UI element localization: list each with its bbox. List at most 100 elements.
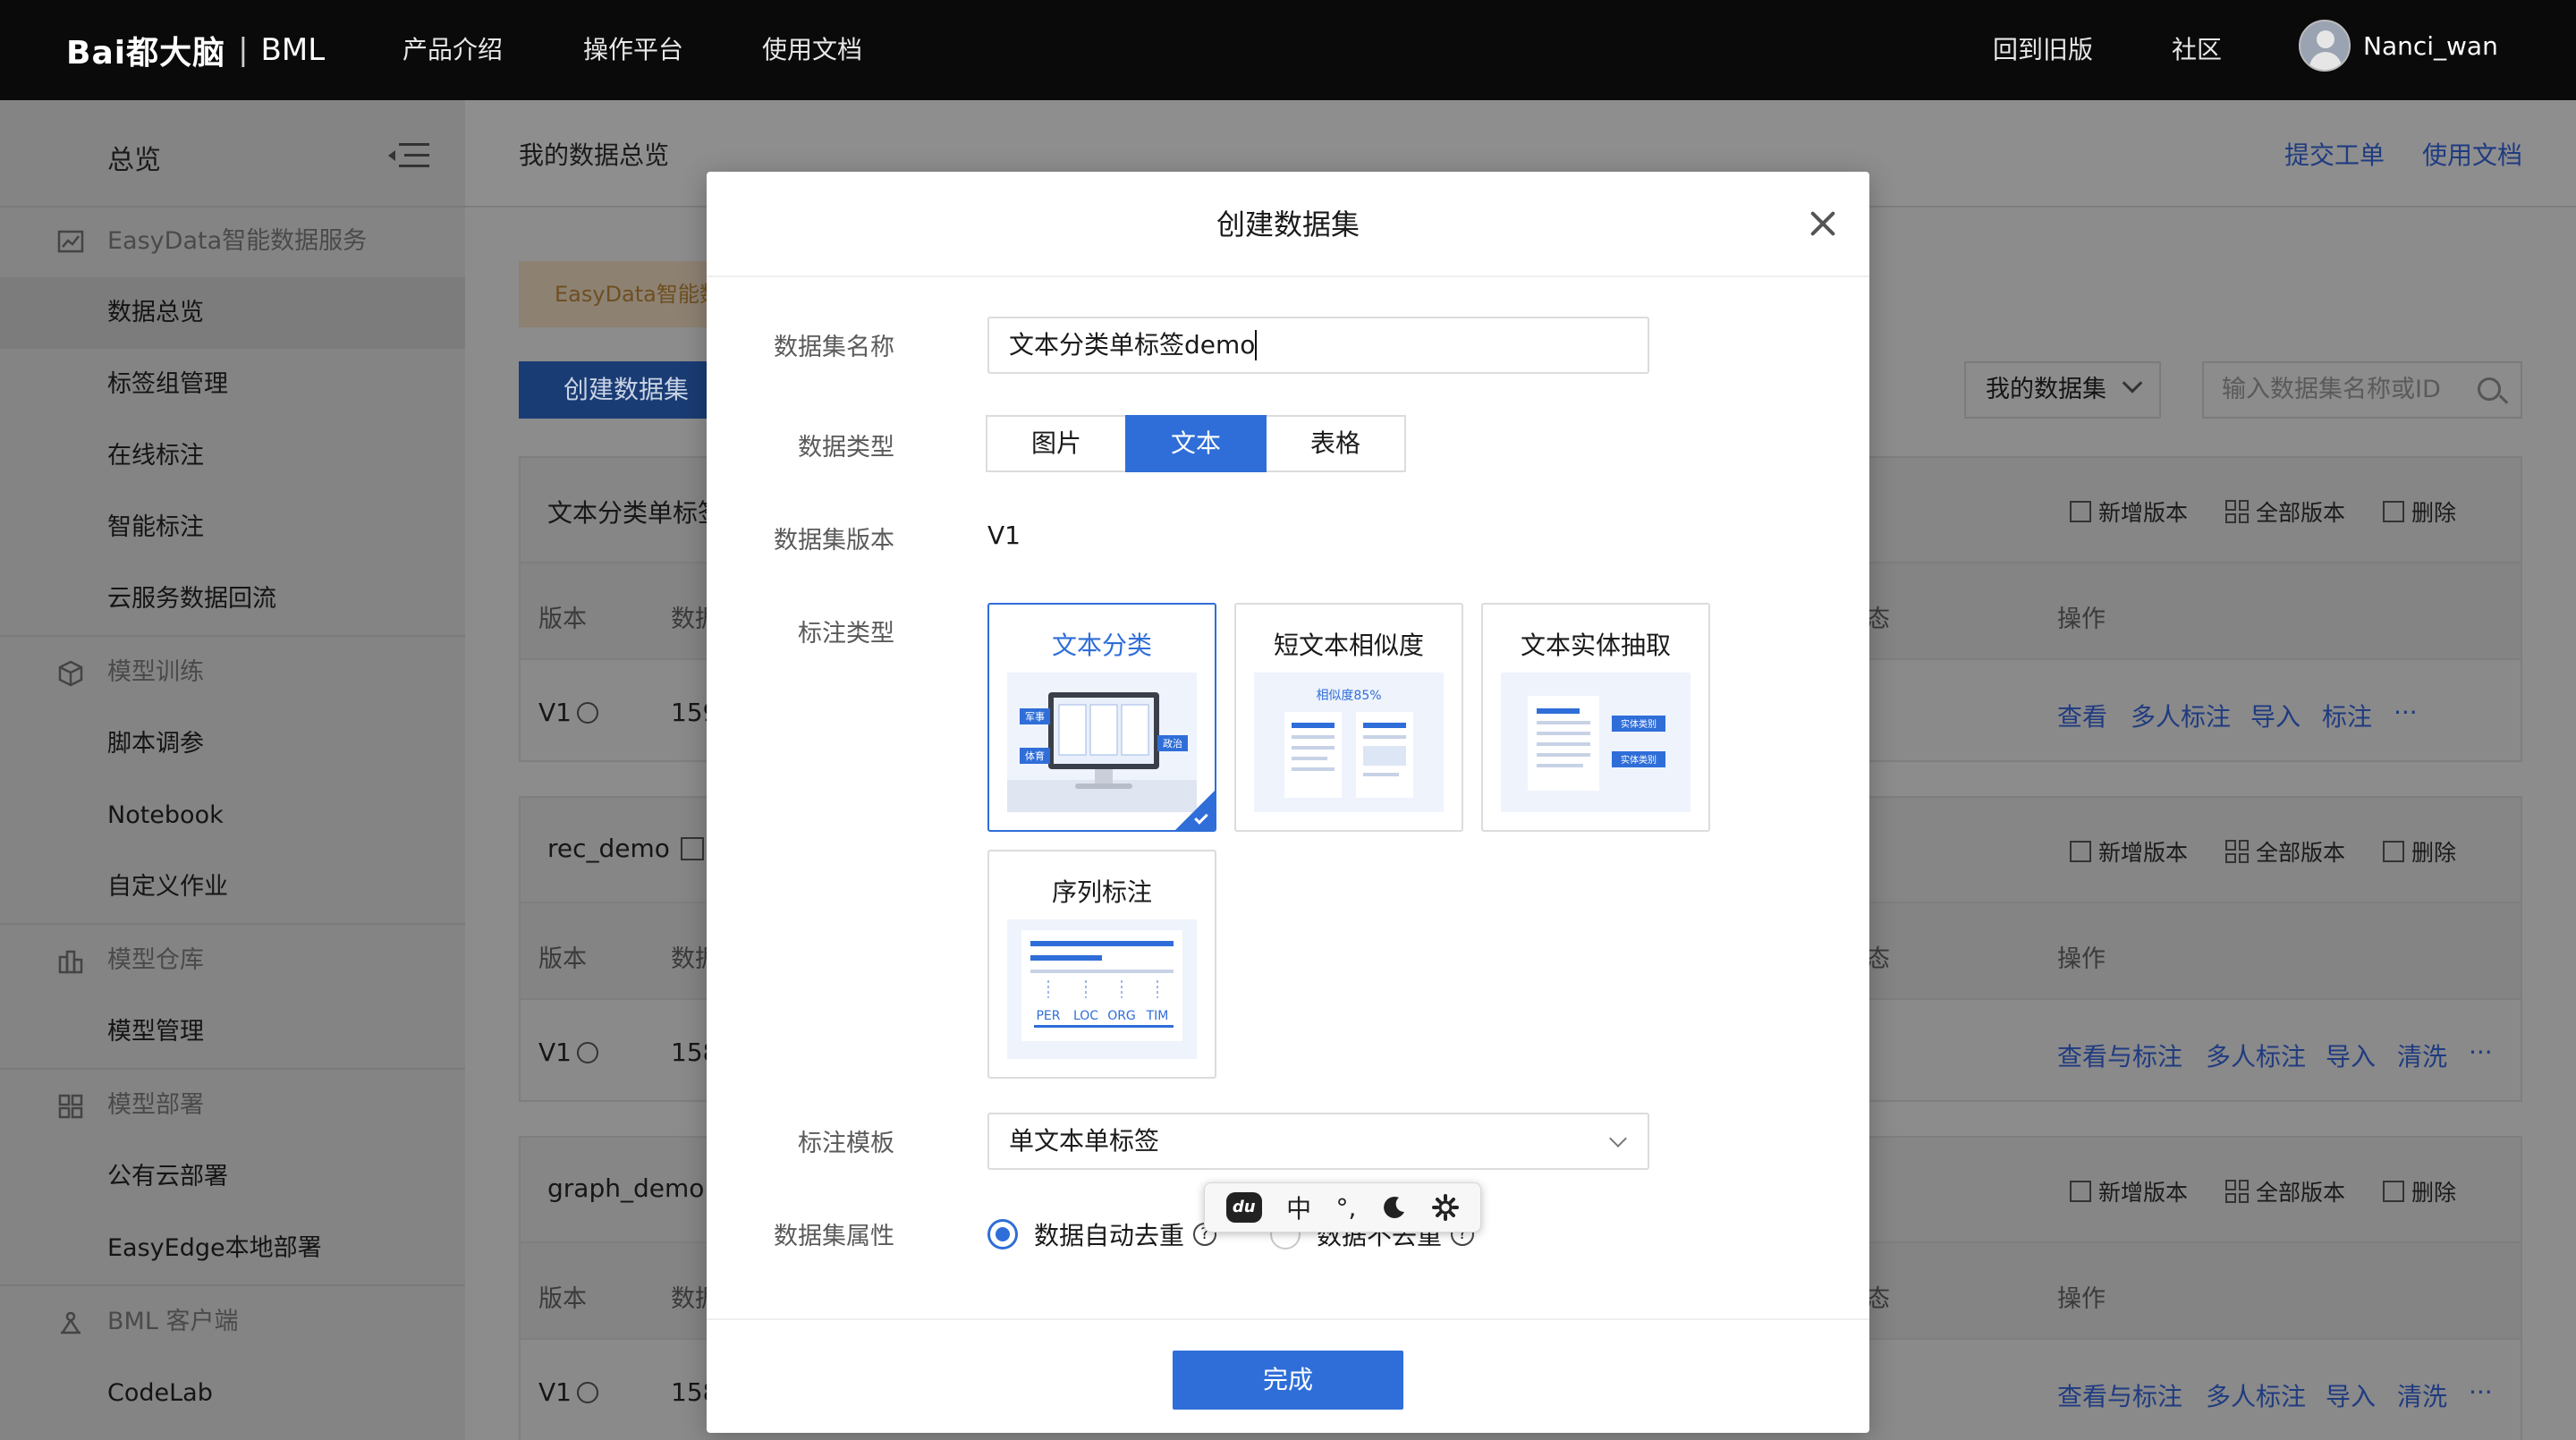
column-header-version: 版本	[538, 606, 587, 633]
multi-annotation-link[interactable]: 多人标注	[2206, 1377, 2306, 1413]
dataset-name-input[interactable]: 文本分类单标签demo	[987, 317, 1649, 374]
radio-label-auto-dedupe: 数据自动去重	[1034, 1221, 1185, 1250]
docs-link[interactable]: 使用文档	[2422, 136, 2522, 172]
nav-back-to-old[interactable]: 回到旧版	[1993, 0, 2093, 100]
sidebar-item-easyedge-deploy[interactable]: EasyEdge本地部署	[0, 1213, 465, 1284]
action-label: 新增版本	[2098, 840, 2189, 866]
illustration-tag: 政治	[1163, 737, 1182, 750]
version-cell[interactable]: V1	[538, 698, 598, 727]
edit-icon[interactable]	[680, 837, 704, 860]
annotate-link[interactable]: 标注	[2322, 698, 2372, 733]
nav-community[interactable]: 社区	[2172, 0, 2222, 100]
sidebar-item-script-tuning[interactable]: 脚本调参	[0, 708, 465, 780]
delete-button[interactable]: 删除	[2383, 496, 2456, 528]
annotation-type-sequence-labeling[interactable]: 序列标注 PER LOC ORG TIM	[987, 850, 1216, 1079]
user-name: Nanci_wan	[2363, 30, 2498, 61]
nav-docs[interactable]: 使用文档	[762, 0, 862, 100]
sidebar-item-label: 在线标注	[107, 442, 204, 470]
sequence-tag: PER	[1036, 1009, 1060, 1023]
sidebar-section-easydata[interactable]: EasyData智能数据服务	[0, 206, 465, 277]
more-icon[interactable]	[576, 1382, 598, 1403]
import-link[interactable]: 导入	[2250, 698, 2301, 733]
more-icon[interactable]	[576, 1042, 598, 1063]
more-ops-link[interactable]: ···	[2469, 1377, 2493, 1407]
sidebar-item-codelab[interactable]: CodeLab	[0, 1358, 465, 1429]
data-type-image[interactable]: 图片	[986, 415, 1127, 472]
create-dataset-dialog: 创建数据集 数据集名称 文本分类单标签demo 数据类型 图片 文本 表格 数据…	[707, 172, 1869, 1433]
label-data-type: 数据类型	[798, 434, 894, 462]
sidebar-item-smart-annotation[interactable]: 智能标注	[0, 492, 465, 563]
clean-link[interactable]: 清洗	[2397, 1038, 2447, 1073]
sequence-tag: LOC	[1073, 1009, 1098, 1023]
close-icon[interactable]	[1807, 208, 1839, 240]
nav-product-intro[interactable]: 产品介绍	[402, 0, 503, 100]
done-button[interactable]: 完成	[1173, 1351, 1403, 1410]
view-annotate-link[interactable]: 查看与标注	[2057, 1377, 2182, 1413]
radio-auto-dedupe[interactable]	[987, 1219, 1018, 1249]
sidebar-item-label-groups[interactable]: 标签组管理	[0, 349, 465, 420]
warehouse-icon	[58, 950, 83, 974]
sidebar-section-client[interactable]: BML 客户端	[0, 1286, 465, 1358]
more-icon[interactable]	[576, 702, 598, 724]
annotation-type-short-text-similarity[interactable]: 短文本相似度 相似度85%	[1234, 603, 1463, 832]
all-versions-button[interactable]: 全部版本	[2225, 496, 2345, 528]
moon-icon[interactable]	[1381, 1194, 1408, 1221]
more-ops-link[interactable]: ···	[2394, 698, 2418, 727]
multi-annotation-link[interactable]: 多人标注	[2131, 698, 2231, 733]
annotation-type-name: 文本分类	[1051, 631, 1152, 660]
trash-icon	[2383, 501, 2404, 522]
version-cell[interactable]: V1	[538, 1038, 598, 1067]
add-version-icon	[2070, 841, 2091, 862]
baidu-bml-logo[interactable]: Bai都大脑 | BML	[66, 25, 325, 75]
sidebar-section-training[interactable]: 模型训练	[0, 637, 465, 708]
sidebar-item-label: CodeLab	[107, 1379, 213, 1407]
gear-icon[interactable]	[1432, 1194, 1460, 1221]
dataset-name-text: rec_demo	[547, 834, 670, 863]
data-type-table[interactable]: 表格	[1265, 415, 1406, 472]
all-versions-button[interactable]: 全部版本	[2225, 835, 2345, 868]
sidebar-item-data-overview[interactable]: 数据总览	[0, 277, 465, 349]
action-label: 删除	[2411, 840, 2457, 866]
sidebar-section-repository[interactable]: 模型仓库	[0, 925, 465, 996]
annotation-template-value: 单文本单标签	[1009, 1126, 1160, 1156]
delete-button[interactable]: 删除	[2383, 1175, 2456, 1207]
annotation-type-text-classification[interactable]: 文本分类 军事 体育 政治	[987, 603, 1216, 832]
search-icon[interactable]	[2478, 377, 2501, 401]
sidebar-section-label: BML 客户端	[107, 1308, 239, 1335]
import-link[interactable]: 导入	[2326, 1038, 2376, 1073]
dataset-search-input[interactable]: 输入数据集名称或ID	[2202, 361, 2522, 419]
sidebar-section-deploy[interactable]: 模型部署	[0, 1070, 465, 1141]
clean-link[interactable]: 清洗	[2397, 1377, 2447, 1413]
baidu-ime-logo[interactable]: du	[1225, 1192, 1262, 1223]
view-link[interactable]: 查看	[2057, 698, 2107, 733]
version-cell[interactable]: V1	[538, 1377, 598, 1407]
sidebar-item-cloud-reflow[interactable]: 云服务数据回流	[0, 563, 465, 635]
annotation-type-entity-extraction[interactable]: 文本实体抽取 实体类别 实体类别	[1481, 603, 1710, 832]
view-annotate-link[interactable]: 查看与标注	[2057, 1038, 2182, 1073]
sidebar-item-public-cloud-deploy[interactable]: 公有云部署	[0, 1141, 465, 1213]
sidebar-item-custom-job[interactable]: 自定义作业	[0, 851, 465, 923]
add-version-button[interactable]: 新增版本	[2070, 835, 2188, 868]
grid-icon	[2225, 840, 2249, 863]
more-ops-link[interactable]: ···	[2469, 1038, 2493, 1067]
delete-button[interactable]: 删除	[2383, 835, 2456, 868]
sidebar: 总览 EasyData智能数据服务 数据总览 标签组管理 在线标注 智能标注 云…	[0, 100, 465, 1440]
user-menu[interactable]: Nanci_wan	[2299, 20, 2498, 72]
import-link[interactable]: 导入	[2326, 1377, 2376, 1413]
dataset-filter-select[interactable]: 我的数据集	[1964, 361, 2161, 419]
create-dataset-button[interactable]: 创建数据集	[519, 361, 733, 419]
submit-ticket-link[interactable]: 提交工单	[2284, 136, 2385, 172]
add-version-button[interactable]: 新增版本	[2070, 1175, 2188, 1207]
sidebar-item-online-annotation[interactable]: 在线标注	[0, 420, 465, 492]
add-version-button[interactable]: 新增版本	[2070, 496, 2188, 528]
ime-mode-toggle[interactable]: 中	[1286, 1190, 1311, 1225]
nav-platform[interactable]: 操作平台	[583, 0, 683, 100]
multi-annotation-link[interactable]: 多人标注	[2206, 1038, 2306, 1073]
data-type-text[interactable]: 文本	[1125, 415, 1267, 472]
sidebar-item-model-management[interactable]: 模型管理	[0, 996, 465, 1068]
collapse-sidebar-icon[interactable]	[386, 140, 431, 172]
ime-punctuation-toggle[interactable]: °,	[1336, 1193, 1357, 1223]
annotation-template-select[interactable]: 单文本单标签	[987, 1113, 1649, 1170]
sidebar-item-notebook[interactable]: Notebook	[0, 780, 465, 851]
all-versions-button[interactable]: 全部版本	[2225, 1175, 2345, 1207]
